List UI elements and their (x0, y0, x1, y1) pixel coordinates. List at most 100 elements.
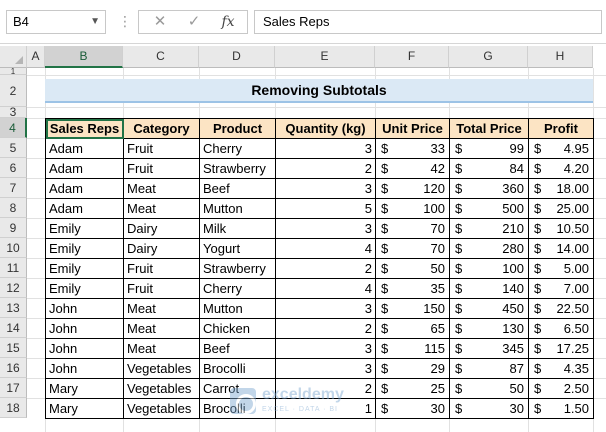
row-header-8[interactable]: 8 (0, 198, 27, 218)
currency-cell[interactable]: $5.00 (528, 258, 594, 279)
text-cell[interactable]: Yogurt (199, 238, 276, 259)
row-header-11[interactable]: 11 (0, 258, 27, 278)
currency-cell[interactable]: $150 (375, 298, 450, 319)
text-cell[interactable]: Dairy (123, 238, 200, 259)
header-cell[interactable]: Profit (528, 118, 594, 139)
text-cell[interactable]: Emily (45, 278, 124, 299)
text-cell[interactable]: Fruit (123, 278, 200, 299)
header-cell[interactable]: Total Price (449, 118, 529, 139)
text-cell[interactable]: Beef (199, 338, 276, 359)
text-cell[interactable]: Meat (123, 298, 200, 319)
enter-icon[interactable]: ✓ (181, 11, 207, 33)
text-cell[interactable]: Dairy (123, 218, 200, 239)
column-header-c[interactable]: C (123, 46, 199, 68)
text-cell[interactable]: Cherry (199, 138, 276, 159)
text-cell[interactable]: Cherry (199, 278, 276, 299)
text-cell[interactable]: Meat (123, 318, 200, 339)
row-header-13[interactable]: 13 (0, 298, 27, 318)
text-cell[interactable]: Emily (45, 238, 124, 259)
quantity-cell[interactable]: 1 (275, 398, 376, 419)
currency-cell[interactable]: $10.50 (528, 218, 594, 239)
currency-cell[interactable]: $2.50 (528, 378, 594, 399)
text-cell[interactable]: Beef (199, 178, 276, 199)
text-cell[interactable]: Fruit (123, 258, 200, 279)
row-header-17[interactable]: 17 (0, 378, 27, 398)
quantity-cell[interactable]: 3 (275, 218, 376, 239)
quantity-cell[interactable]: 3 (275, 338, 376, 359)
text-cell[interactable]: Vegetables (123, 358, 200, 379)
currency-cell[interactable]: $6.50 (528, 318, 594, 339)
text-cell[interactable]: Chicken (199, 318, 276, 339)
currency-cell[interactable]: $140 (449, 278, 529, 299)
currency-cell[interactable]: $500 (449, 198, 529, 219)
currency-cell[interactable]: $25 (375, 378, 450, 399)
column-header-h[interactable]: H (528, 46, 593, 68)
row-header-9[interactable]: 9 (0, 218, 27, 238)
quantity-cell[interactable]: 3 (275, 298, 376, 319)
text-cell[interactable]: Carrot (199, 378, 276, 399)
column-header-e[interactable]: E (275, 46, 375, 68)
text-cell[interactable]: Adam (45, 178, 124, 199)
currency-cell[interactable]: $84 (449, 158, 529, 179)
more-options-icon[interactable]: ⋮ (118, 10, 132, 34)
text-cell[interactable]: Mary (45, 378, 124, 399)
column-header-d[interactable]: D (199, 46, 275, 68)
text-cell[interactable]: Mary (45, 398, 124, 419)
text-cell[interactable]: Meat (123, 338, 200, 359)
quantity-cell[interactable]: 3 (275, 358, 376, 379)
currency-cell[interactable]: $50 (449, 378, 529, 399)
text-cell[interactable]: John (45, 298, 124, 319)
row-header-5[interactable]: 5 (0, 138, 27, 158)
text-cell[interactable]: Brocolli (199, 358, 276, 379)
text-cell[interactable]: Vegetables (123, 378, 200, 399)
text-cell[interactable]: Brocolli (199, 398, 276, 419)
text-cell[interactable]: Mutton (199, 298, 276, 319)
insert-function-icon[interactable]: fx (215, 11, 241, 33)
currency-cell[interactable]: $4.20 (528, 158, 594, 179)
header-cell[interactable]: Sales Reps (45, 118, 124, 139)
text-cell[interactable]: Strawberry (199, 158, 276, 179)
row-header-16[interactable]: 16 (0, 358, 27, 378)
currency-cell[interactable]: $87 (449, 358, 529, 379)
text-cell[interactable]: Meat (123, 198, 200, 219)
text-cell[interactable]: Milk (199, 218, 276, 239)
text-cell[interactable]: Adam (45, 158, 124, 179)
text-cell[interactable]: Meat (123, 178, 200, 199)
column-header-b[interactable]: B (45, 46, 123, 68)
currency-cell[interactable]: $25.00 (528, 198, 594, 219)
currency-cell[interactable]: $4.95 (528, 138, 594, 159)
column-header-g[interactable]: G (449, 46, 528, 68)
header-cell[interactable]: Quantity (kg) (275, 118, 376, 139)
currency-cell[interactable]: $345 (449, 338, 529, 359)
currency-cell[interactable]: $4.35 (528, 358, 594, 379)
currency-cell[interactable]: $360 (449, 178, 529, 199)
select-all-button[interactable] (0, 46, 27, 68)
currency-cell[interactable]: $7.00 (528, 278, 594, 299)
row-header-4[interactable]: 4 (0, 118, 27, 138)
quantity-cell[interactable]: 5 (275, 198, 376, 219)
name-box[interactable]: B4 ▼ (6, 10, 106, 34)
row-header-10[interactable]: 10 (0, 238, 27, 258)
currency-cell[interactable]: $210 (449, 218, 529, 239)
currency-cell[interactable]: $29 (375, 358, 450, 379)
currency-cell[interactable]: $50 (375, 258, 450, 279)
text-cell[interactable]: Fruit (123, 138, 200, 159)
text-cell[interactable]: John (45, 338, 124, 359)
text-cell[interactable]: Mutton (199, 198, 276, 219)
currency-cell[interactable]: $280 (449, 238, 529, 259)
text-cell[interactable]: Vegetables (123, 398, 200, 419)
currency-cell[interactable]: $35 (375, 278, 450, 299)
currency-cell[interactable]: $100 (375, 198, 450, 219)
chevron-down-icon[interactable]: ▼ (90, 11, 100, 33)
currency-cell[interactable]: $22.50 (528, 298, 594, 319)
currency-cell[interactable]: $30 (375, 398, 450, 419)
cancel-icon[interactable]: ✕ (147, 11, 173, 33)
header-cell[interactable]: Product (199, 118, 276, 139)
quantity-cell[interactable]: 4 (275, 278, 376, 299)
currency-cell[interactable]: $33 (375, 138, 450, 159)
header-cell[interactable]: Unit Price (375, 118, 450, 139)
currency-cell[interactable]: $70 (375, 238, 450, 259)
text-cell[interactable]: Emily (45, 258, 124, 279)
text-cell[interactable]: John (45, 358, 124, 379)
text-cell[interactable]: Adam (45, 198, 124, 219)
